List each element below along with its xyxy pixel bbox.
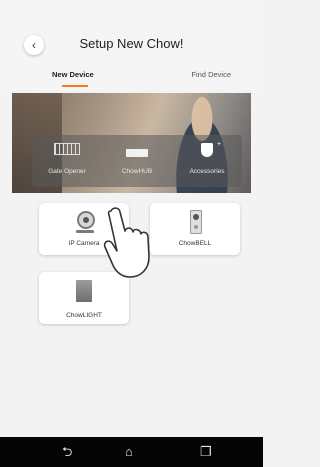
hero-item-gate-opener[interactable]: Gate Opener	[32, 135, 102, 187]
camera-icon	[77, 211, 95, 229]
hero-item-chowhub[interactable]: ChowHUB	[102, 135, 172, 187]
hero-item-accessories[interactable]: + Accessories	[172, 135, 242, 187]
header: ‹ Setup New Chow! New Device Find Device	[0, 0, 263, 90]
device-card-chowbell[interactable]: ChowBELL	[150, 203, 240, 255]
nav-recent-apps-icon[interactable]: ❐	[200, 445, 212, 459]
hero-item-label: ChowHUB	[121, 168, 153, 175]
system-navbar: ⮌ ⌂ ❐	[0, 437, 263, 467]
gate-icon	[54, 143, 80, 155]
doorbell-icon	[190, 210, 202, 234]
device-label: ChowBELL	[178, 240, 212, 247]
device-label: ChowLIGHT	[66, 312, 102, 319]
tab-bar: New Device Find Device	[0, 70, 263, 90]
plus-icon: +	[217, 141, 222, 148]
tab-new-device[interactable]: New Device	[52, 70, 94, 79]
nav-back-icon[interactable]: ⮌	[62, 445, 72, 459]
nav-home-icon[interactable]: ⌂	[125, 445, 133, 459]
light-icon	[76, 280, 92, 302]
camera-base	[76, 230, 94, 233]
hero-item-label: Gate Opener	[48, 168, 86, 175]
hero-item-label: Accessories	[189, 168, 225, 175]
hero-banner: Gate Opener ChowHUB + Accessories	[12, 93, 251, 193]
page-title: Setup New Chow!	[79, 36, 184, 51]
hub-icon	[126, 149, 148, 157]
tap-hand-icon	[103, 207, 150, 278]
hero-device-bar: Gate Opener ChowHUB + Accessories	[32, 135, 242, 187]
active-tab-indicator	[62, 85, 88, 87]
shield-icon: +	[201, 141, 221, 157]
tab-find-device[interactable]: Find Device	[191, 70, 231, 79]
